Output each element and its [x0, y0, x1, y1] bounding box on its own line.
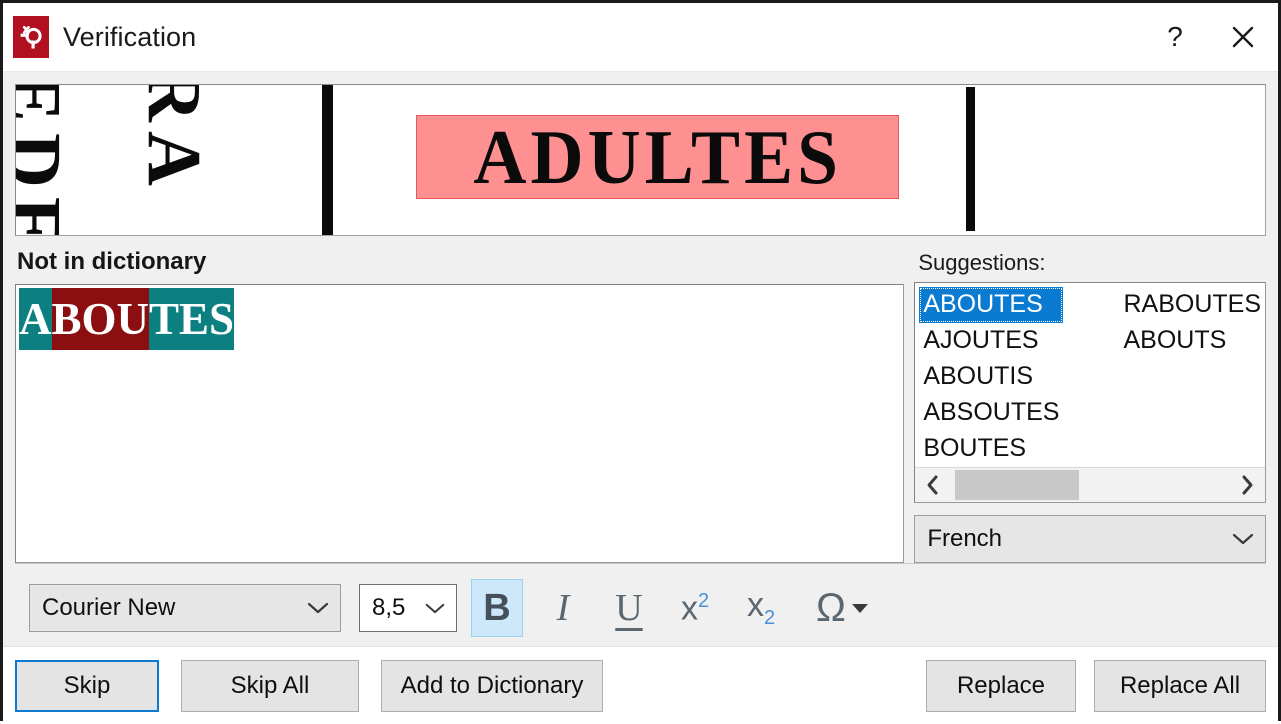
- suggestion-item[interactable]: ABSOUTES: [919, 395, 1063, 431]
- scan-canvas: E D E R A ADULTES: [16, 85, 1265, 235]
- word-segment-2: BOU: [51, 288, 150, 350]
- scrollbar-thumb[interactable]: [955, 470, 1080, 500]
- italic-button[interactable]: I: [537, 579, 589, 637]
- suggestions-column-2: RABOUTES ABOUTS: [1119, 287, 1265, 467]
- format-toolbar: Courier New 8,5 B I U x2 x2 Ω: [15, 563, 1266, 646]
- not-in-dictionary-label: Not in dictionary: [17, 248, 207, 275]
- scan-fragment: D: [16, 133, 76, 188]
- middle-row: Not in dictionary A BOU TES Suggestions:…: [3, 236, 1278, 563]
- scan-fragment: A: [132, 131, 216, 186]
- suggestions-list[interactable]: ABOUTES AJOUTES ABOUTIS ABSOUTES BOUTES …: [914, 282, 1266, 503]
- chevron-down-icon: [306, 600, 330, 616]
- superscript-icon: x2: [680, 589, 710, 628]
- scrollbar-track[interactable]: [951, 468, 1229, 502]
- font-size-value: 8,5: [372, 594, 406, 621]
- subscript-button[interactable]: x2: [735, 579, 787, 637]
- suggestion-item[interactable]: ABOUTES: [919, 287, 1064, 323]
- scan-fragment: E: [16, 197, 76, 235]
- insert-symbol-button[interactable]: Ω: [803, 579, 881, 637]
- subscript-icon: x2: [746, 586, 776, 629]
- word-segment-1: A: [19, 288, 52, 350]
- language-selector-wrap: French: [914, 515, 1266, 563]
- suggestion-item[interactable]: RABOUTES: [1119, 287, 1265, 323]
- suggestions-horizontal-scrollbar[interactable]: [915, 467, 1265, 502]
- highlighted-word-region[interactable]: ADULTES: [416, 115, 899, 199]
- scan-table-rule: [322, 85, 333, 235]
- replace-all-button[interactable]: Replace All: [1094, 659, 1266, 712]
- scroll-left-icon[interactable]: [915, 468, 951, 502]
- caret-down-icon[interactable]: [851, 603, 868, 613]
- add-to-dictionary-button[interactable]: Add to Dictionary: [381, 659, 603, 712]
- scanned-image-preview[interactable]: E D E R A ADULTES: [15, 84, 1266, 236]
- bold-button[interactable]: B: [471, 579, 523, 637]
- suggestion-item[interactable]: ABOUTS: [1119, 323, 1265, 359]
- highlighted-word-text: ADULTES: [473, 115, 842, 199]
- verification-dialog: Verification ? E D E R A: [0, 0, 1281, 724]
- replace-button[interactable]: Replace: [926, 659, 1076, 712]
- close-icon[interactable]: [1212, 3, 1274, 71]
- skip-button[interactable]: Skip: [15, 659, 159, 712]
- skip-all-button[interactable]: Skip All: [181, 659, 359, 712]
- scan-fragment: R: [132, 84, 216, 122]
- scan-fragment: E: [16, 85, 76, 122]
- word-edit-field[interactable]: A BOU TES: [15, 284, 905, 563]
- chevron-down-icon: [1231, 531, 1255, 547]
- suggestion-item[interactable]: ABOUTIS: [919, 359, 1063, 395]
- scan-table-rule: [966, 87, 975, 231]
- underline-button[interactable]: U: [603, 579, 655, 637]
- action-bar: Skip Skip All Add to Dictionary Replace …: [3, 646, 1278, 724]
- right-column: Suggestions: ABOUTES AJOUTES ABOUTIS ABS…: [914, 236, 1266, 563]
- svg-text:?: ?: [1167, 22, 1183, 52]
- help-button[interactable]: ?: [1144, 3, 1206, 71]
- suggestions-columns: ABOUTES AJOUTES ABOUTIS ABSOUTES BOUTES …: [915, 283, 1265, 467]
- scroll-right-icon[interactable]: [1229, 468, 1265, 502]
- chevron-down-icon: [424, 601, 446, 616]
- word-text-line: A BOU TES: [19, 288, 235, 350]
- suggestions-label: Suggestions:: [918, 250, 1046, 275]
- italic-icon: I: [556, 587, 570, 629]
- bold-icon: B: [483, 587, 511, 629]
- language-select[interactable]: French: [914, 515, 1266, 563]
- suggestion-item[interactable]: AJOUTES: [919, 323, 1063, 359]
- word-segment-3: TES: [149, 288, 235, 350]
- font-family-value: Courier New: [42, 594, 176, 621]
- title-bar: Verification ?: [3, 3, 1278, 72]
- window-title: Verification: [63, 21, 197, 52]
- font-size-select[interactable]: 8,5: [359, 584, 457, 632]
- omega-icon: Ω: [816, 586, 846, 630]
- suggestion-item[interactable]: BOUTES: [919, 431, 1063, 467]
- font-family-select[interactable]: Courier New: [29, 584, 341, 632]
- left-column: Not in dictionary A BOU TES: [15, 236, 914, 563]
- suggestions-column-1: ABOUTES AJOUTES ABOUTIS ABSOUTES BOUTES: [919, 287, 1064, 467]
- dialog-body: E D E R A ADULTES Not in dictionary A: [3, 72, 1278, 724]
- language-value: French: [927, 525, 1003, 552]
- underline-icon: U: [615, 587, 643, 629]
- superscript-button[interactable]: x2: [669, 579, 721, 637]
- abbyy-logo-icon: [13, 16, 49, 58]
